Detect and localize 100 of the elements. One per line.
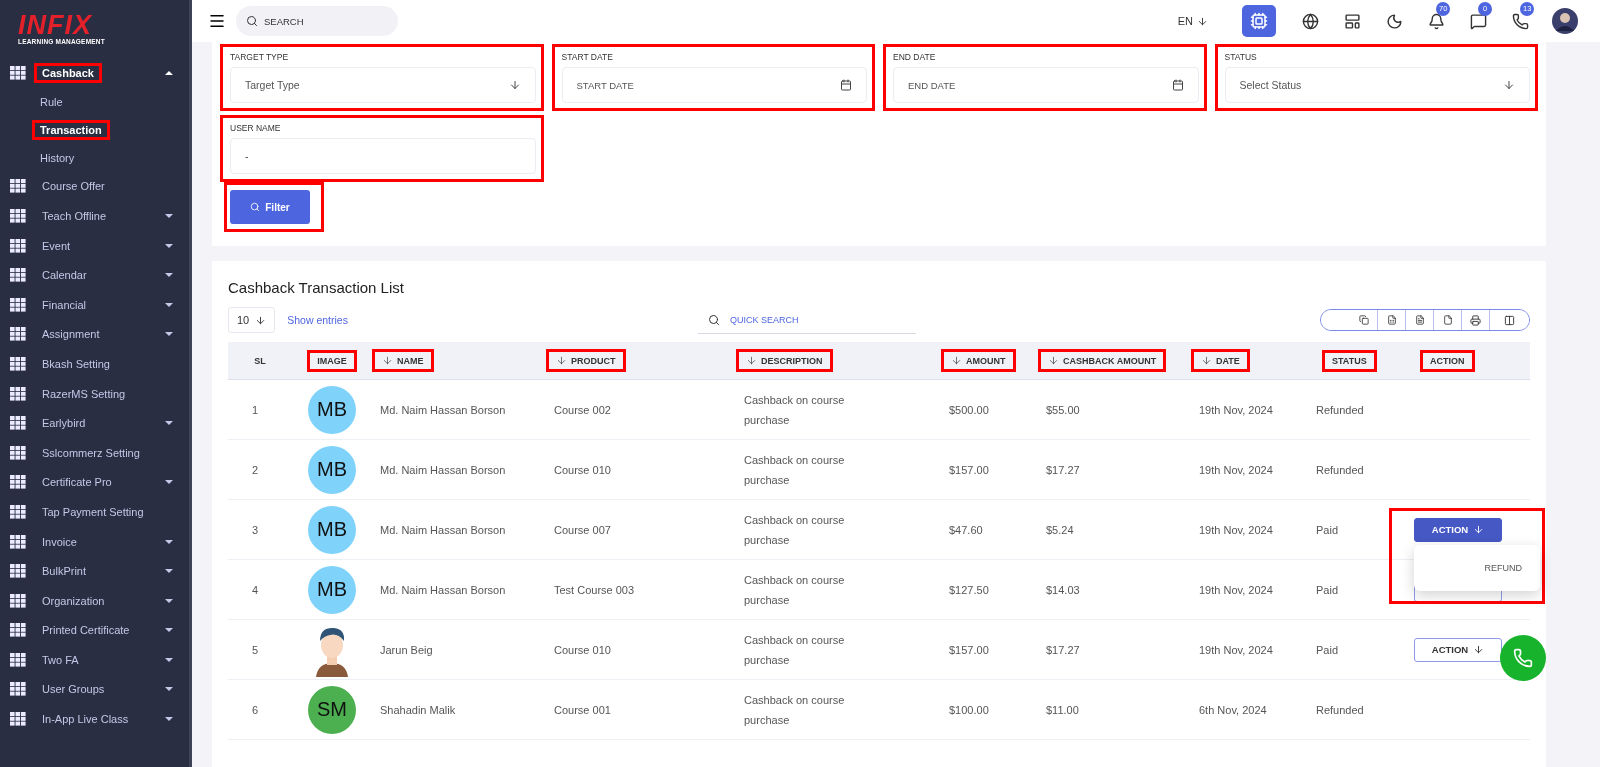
input-field[interactable]: Select Status xyxy=(1224,67,1530,103)
field-label: TARGET TYPE xyxy=(230,52,290,62)
table-cell-text: $127.50 xyxy=(948,582,990,598)
calendar-icon xyxy=(840,79,852,91)
printer-icon xyxy=(1470,314,1481,326)
sidebar-item[interactable]: Event xyxy=(42,239,71,252)
sidebar-subitem[interactable]: History xyxy=(40,151,75,164)
sidebar-item[interactable]: BulkPrint xyxy=(42,565,87,578)
table-cell-text: Md. Naim Hassan Borson xyxy=(379,522,507,538)
sidebar-subitem[interactable]: Rule xyxy=(40,95,63,108)
action-button[interactable]: ACTION xyxy=(1414,517,1502,542)
table-cell-text: $500.00 xyxy=(948,402,990,418)
table-cell-text: Paid xyxy=(1315,522,1340,538)
table-cell-text: Course 007 xyxy=(553,522,612,538)
grid-icon xyxy=(10,209,26,223)
sidebar-item[interactable]: Organization xyxy=(42,594,105,607)
grid-icon xyxy=(10,65,26,80)
chat-icon[interactable] xyxy=(1469,12,1487,30)
sidebar-item[interactable]: In-App Live Class xyxy=(42,713,129,726)
grid-icon xyxy=(10,327,26,342)
table-cell-text: Jarun Beig xyxy=(379,642,434,658)
table-cell-text: Cashback on course purchase xyxy=(743,392,846,428)
table-cell-text: 19th Nov, 2024 xyxy=(1198,462,1274,478)
sidebar-item[interactable]: Teach Offline xyxy=(42,210,106,222)
table-cell-text: Course 010 xyxy=(553,642,612,658)
grid-icon xyxy=(10,623,26,638)
column-header[interactable]: CASHBACK AMOUNT xyxy=(1048,355,1157,366)
sidebar-item[interactable]: Tap Payment Setting xyxy=(42,505,144,518)
moon-icon[interactable] xyxy=(1385,12,1403,30)
field-label: END DATE xyxy=(893,52,937,62)
bell-icon[interactable] xyxy=(1427,12,1445,30)
layout-icon[interactable] xyxy=(1343,12,1361,30)
menu-item[interactable]: REFUND xyxy=(1484,562,1522,573)
table-cell-text: Refunded xyxy=(1315,462,1365,478)
column-header[interactable]: STATUS xyxy=(1332,355,1367,366)
sidebar-item[interactable]: Sslcommerz Setting xyxy=(42,446,140,459)
page-size-select[interactable]: 10 xyxy=(228,307,276,333)
action-button[interactable]: ACTION xyxy=(1414,637,1502,662)
language-select[interactable]: EN xyxy=(1177,15,1208,27)
sidebar-item[interactable]: Course Offer xyxy=(42,180,105,193)
column-header[interactable]: PRODUCT xyxy=(556,355,616,366)
phone-icon[interactable] xyxy=(1511,12,1529,30)
sort-arrow-icon[interactable] xyxy=(746,355,757,366)
table-cell-text: 2 xyxy=(251,462,260,478)
grid-icon xyxy=(10,179,26,194)
column-header[interactable]: ACTION xyxy=(1430,355,1465,366)
table-cell-text: Cashback on course purchase xyxy=(743,452,846,488)
chip-button[interactable] xyxy=(1242,5,1276,37)
table-cell-text: 19th Nov, 2024 xyxy=(1198,402,1274,418)
list-title: Cashback Transaction List xyxy=(228,279,405,296)
field-label: STATUS xyxy=(1224,52,1258,62)
table-cell-text: 3 xyxy=(251,522,260,538)
grid-icon xyxy=(10,534,26,549)
sort-arrow-icon[interactable] xyxy=(382,355,393,366)
field-label: USER NAME xyxy=(230,123,282,133)
table-cell-text: Refunded xyxy=(1315,402,1365,418)
input-field[interactable]: Target Type xyxy=(230,67,536,103)
sidebar-item[interactable]: Certificate Pro xyxy=(42,476,112,489)
sidebar-item[interactable]: Invoice xyxy=(42,535,77,548)
sidebar-item[interactable]: User Groups xyxy=(42,683,105,696)
sidebar-item[interactable]: Two FA xyxy=(42,653,79,666)
sort-arrow-icon[interactable] xyxy=(1201,355,1212,366)
column-header[interactable]: DATE xyxy=(1201,355,1240,366)
table-cell-text: 19th Nov, 2024 xyxy=(1198,582,1274,598)
grid-icon xyxy=(10,297,26,312)
sidebar-item[interactable]: Cashback xyxy=(42,66,94,79)
sidebar-item[interactable]: Financial xyxy=(42,298,87,311)
column-header[interactable]: DESCRIPTION xyxy=(746,355,823,366)
document-icon xyxy=(1414,315,1425,325)
table-cell-text: 6 xyxy=(251,702,260,718)
sidebar-item[interactable]: Printed Certificate xyxy=(42,624,130,637)
column-header[interactable]: IMAGE xyxy=(317,355,347,366)
quick-search-field[interactable]: QUICK SEARCH xyxy=(697,306,916,334)
sort-arrow-icon[interactable] xyxy=(1048,355,1059,366)
table-cell-text: Md. Naim Hassan Borson xyxy=(379,462,507,478)
columns-button[interactable] xyxy=(1489,310,1529,330)
user-avatar[interactable] xyxy=(1552,8,1578,34)
menu-icon[interactable] xyxy=(208,12,226,30)
sidebar-item[interactable]: RazerMS Setting xyxy=(42,387,126,400)
sort-arrow-icon[interactable] xyxy=(951,355,962,366)
sidebar-subitem[interactable]: Transaction xyxy=(40,123,102,136)
table-cell-text: Paid xyxy=(1315,582,1340,598)
grid-icon xyxy=(10,652,26,667)
grid-icon xyxy=(10,504,26,519)
column-header[interactable]: NAME xyxy=(382,355,424,366)
column-header[interactable]: SL xyxy=(254,355,266,366)
input-field[interactable]: - xyxy=(230,138,536,174)
input-field[interactable]: START DATE xyxy=(561,67,867,103)
sidebar-item[interactable]: Assignment xyxy=(42,328,100,341)
sidebar-item[interactable]: Calendar xyxy=(42,269,87,282)
column-header[interactable]: AMOUNT xyxy=(951,355,1006,366)
sidebar-item[interactable]: Earlybird xyxy=(42,417,86,430)
sidebar-item[interactable]: Bkash Setting xyxy=(42,357,110,370)
input-field[interactable]: END DATE xyxy=(893,67,1199,103)
sort-arrow-icon[interactable] xyxy=(556,355,567,366)
filter-button[interactable]: Filter xyxy=(230,190,310,224)
globe-icon[interactable] xyxy=(1301,12,1319,30)
table-cell-text: Course 010 xyxy=(553,462,612,478)
search-field[interactable]: SEARCH xyxy=(236,6,398,36)
grid-icon xyxy=(10,386,26,401)
